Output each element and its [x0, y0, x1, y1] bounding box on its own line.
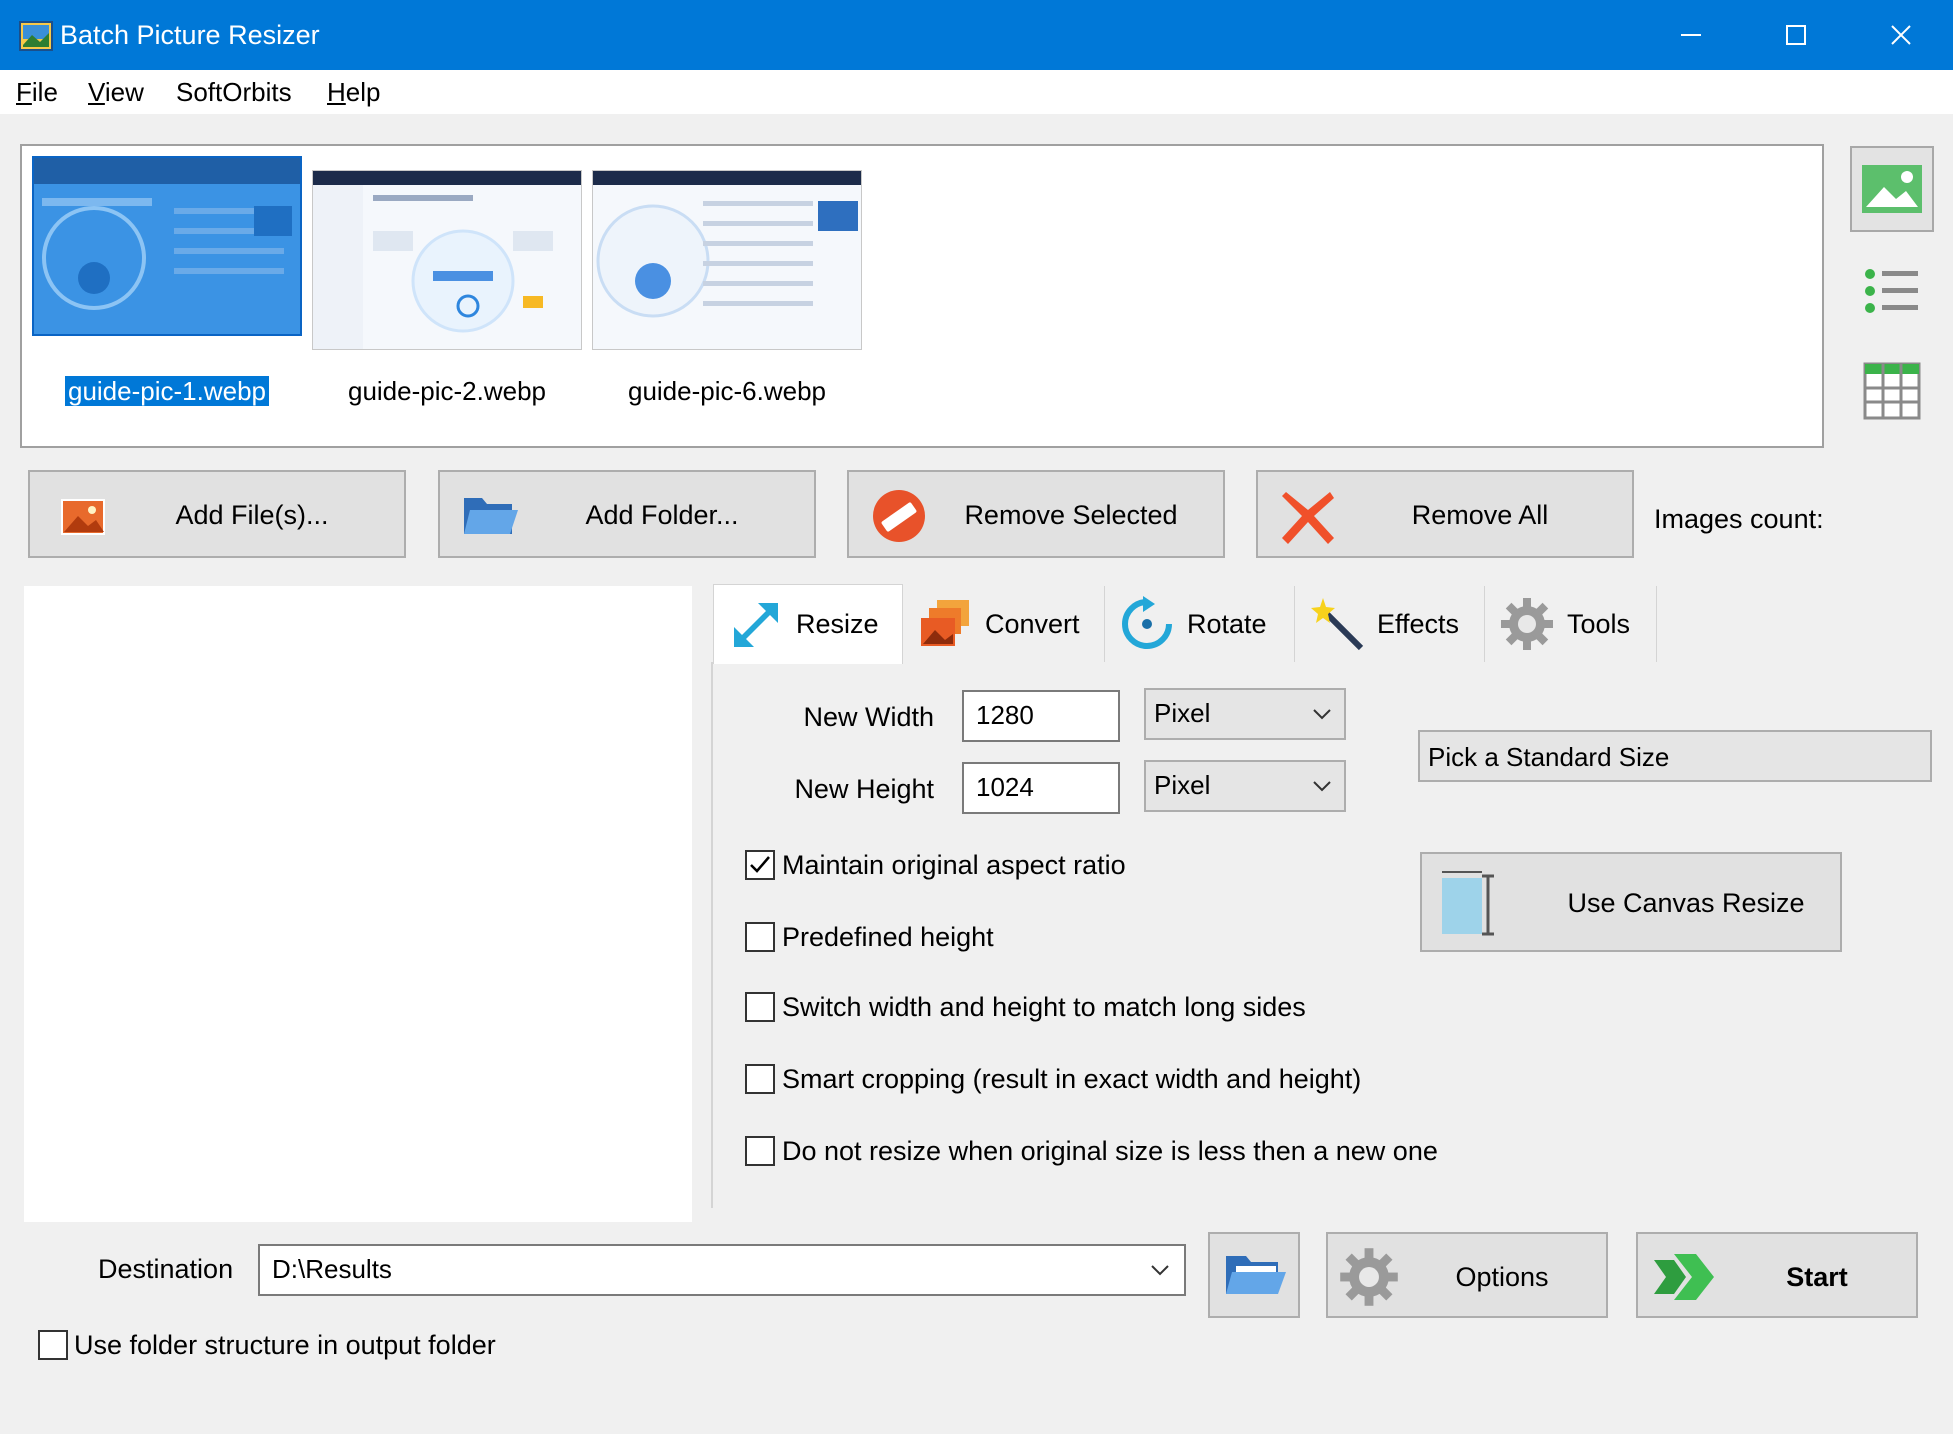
add-files-label: Add File(s)...: [175, 500, 329, 530]
options-label: Options: [1455, 1262, 1549, 1292]
folder-structure-label[interactable]: Use folder structure in output folder: [74, 1330, 496, 1361]
chevron-down-icon: [1313, 781, 1331, 792]
thumbnail-label-3[interactable]: guide-pic-6.webp: [582, 376, 872, 407]
standard-size-select[interactable]: Pick a Standard Size: [1418, 730, 1932, 782]
folder-icon: [460, 486, 520, 546]
app-icon: [18, 18, 54, 54]
remove-selected-label: Remove Selected: [964, 500, 1178, 530]
width-unit-value: Pixel: [1154, 698, 1211, 728]
destination-value: D:\Results: [272, 1254, 392, 1284]
grid-view-icon: [1863, 362, 1921, 420]
options-button[interactable]: Options: [1326, 1232, 1608, 1318]
remove-all-label: Remove All: [1411, 500, 1549, 530]
thumbnail-label-2[interactable]: guide-pic-2.webp: [302, 376, 592, 407]
preview-panel: [24, 586, 692, 1222]
predefined-height-label[interactable]: Predefined height: [782, 922, 994, 953]
tab-effects-label: Effects: [1377, 608, 1460, 639]
remove-all-button[interactable]: Remove All: [1256, 470, 1634, 558]
magic-wand-icon: [1311, 598, 1364, 651]
tab-resize[interactable]: Resize: [713, 584, 903, 664]
thumbnail-view-icon: [1862, 165, 1922, 213]
smart-cropping-checkbox[interactable]: [745, 1064, 775, 1094]
canvas-resize-button[interactable]: Use Canvas Resize: [1420, 852, 1842, 952]
grid-view-button[interactable]: [1850, 348, 1934, 434]
thumbnail-view-button[interactable]: [1850, 146, 1934, 232]
add-files-button[interactable]: Add File(s)...: [28, 470, 406, 558]
no-upscale-checkbox[interactable]: [745, 1136, 775, 1166]
gear-icon: [1501, 598, 1553, 650]
new-height-label: New Height: [794, 774, 934, 804]
chevron-down-icon: [1313, 709, 1331, 720]
open-folder-icon: [1226, 1256, 1286, 1294]
remove-all-x-icon: [1278, 486, 1338, 546]
menu-file[interactable]: File: [16, 77, 58, 108]
new-width-input[interactable]: 1280: [962, 690, 1120, 742]
start-label: Start: [1786, 1262, 1848, 1292]
predefined-height-checkbox[interactable]: [745, 922, 775, 952]
thumbnail-image-1[interactable]: [32, 156, 302, 336]
thumbnail-list[interactable]: guide-pic-1.webp guide-pic-2.webp guide-…: [20, 144, 1824, 448]
canvas-resize-label: Use Canvas Resize: [1567, 888, 1805, 918]
browse-folder-button[interactable]: [1208, 1232, 1300, 1318]
smart-cropping-label[interactable]: Smart cropping (result in exact width an…: [782, 1064, 1361, 1095]
new-width-label: New Width: [803, 702, 934, 732]
menu-view[interactable]: View: [88, 77, 144, 108]
tab-tools[interactable]: Tools: [1485, 586, 1657, 662]
destination-label: Destination: [98, 1254, 234, 1284]
switch-sides-label[interactable]: Switch width and height to match long si…: [782, 992, 1306, 1023]
maintain-aspect-checkbox[interactable]: [745, 850, 775, 880]
menu-bar: File View SoftOrbits Help: [0, 70, 1953, 114]
height-unit-value: Pixel: [1154, 770, 1211, 800]
add-image-icon: [50, 486, 110, 546]
add-folder-button[interactable]: Add Folder...: [438, 470, 816, 558]
start-button[interactable]: Start: [1636, 1232, 1918, 1318]
width-unit-select[interactable]: Pixel: [1144, 688, 1346, 740]
tab-convert-label: Convert: [985, 608, 1080, 639]
convert-images-icon: [921, 600, 969, 646]
menu-softorbits[interactable]: SoftOrbits: [176, 77, 292, 108]
maintain-aspect-label[interactable]: Maintain original aspect ratio: [782, 850, 1126, 881]
tab-tools-label: Tools: [1567, 608, 1631, 639]
thumbnail-image-3[interactable]: [592, 170, 862, 350]
tab-rotate[interactable]: Rotate: [1105, 586, 1295, 662]
close-button[interactable]: [1848, 0, 1953, 70]
resize-arrows-icon: [734, 602, 778, 647]
maximize-icon: [1786, 25, 1806, 45]
thumbnail-label-1[interactable]: guide-pic-1.webp: [22, 374, 312, 408]
maximize-button[interactable]: [1743, 0, 1849, 70]
start-arrow-icon: [1654, 1254, 1714, 1300]
list-view-icon: [1865, 269, 1918, 313]
tab-effects[interactable]: Effects: [1295, 586, 1485, 662]
title-bar: Batch Picture Resizer: [0, 0, 1953, 70]
menu-help[interactable]: Help: [327, 77, 380, 108]
no-upscale-label[interactable]: Do not resize when original size is less…: [782, 1136, 1438, 1167]
canvas-resize-icon: [1442, 871, 1494, 936]
height-unit-select[interactable]: Pixel: [1144, 760, 1346, 812]
minimize-button[interactable]: [1638, 0, 1744, 70]
chevron-down-icon: [1151, 1265, 1169, 1276]
tab-convert[interactable]: Convert: [903, 586, 1105, 662]
close-icon: [1891, 25, 1911, 45]
remove-selected-icon: [869, 486, 929, 546]
checkmark-icon: [750, 856, 770, 873]
tab-resize-label: Resize: [796, 609, 879, 639]
folder-structure-checkbox[interactable]: [38, 1330, 68, 1360]
window-title: Batch Picture Resizer: [60, 20, 320, 50]
destination-combo[interactable]: D:\Results: [258, 1244, 1186, 1296]
tab-rotate-label: Rotate: [1187, 608, 1267, 639]
list-view-button[interactable]: [1850, 248, 1934, 334]
rotate-icon: [1122, 596, 1172, 649]
thumbnail-image-2[interactable]: [312, 170, 582, 350]
remove-selected-button[interactable]: Remove Selected: [847, 470, 1225, 558]
add-folder-label: Add Folder...: [585, 500, 739, 530]
switch-sides-checkbox[interactable]: [745, 992, 775, 1022]
images-count-label: Images count:: [1654, 504, 1824, 534]
new-height-input[interactable]: 1024: [962, 762, 1120, 814]
minimize-icon: [1681, 34, 1701, 36]
gear-icon: [1340, 1248, 1398, 1306]
